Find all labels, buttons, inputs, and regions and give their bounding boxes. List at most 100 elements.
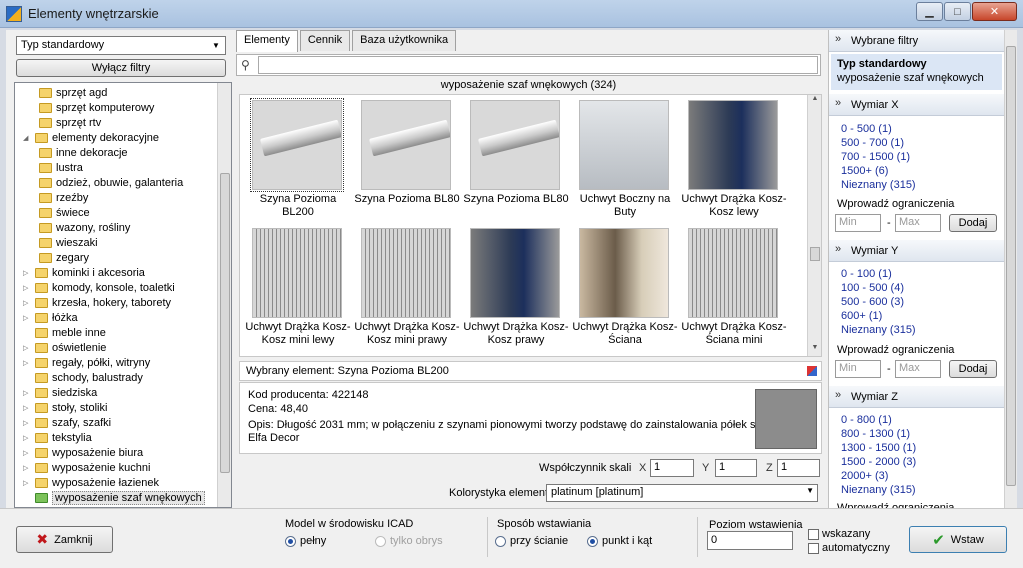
tree-item[interactable]: ▷ komody, konsole, toaletki [23, 280, 175, 295]
x-min-input[interactable]: Min [835, 214, 881, 232]
maximize-button[interactable]: □ [944, 2, 971, 21]
tree-item[interactable]: wazony, rośliny [39, 220, 130, 235]
element-tile[interactable]: Uchwyt Drążka Kosz-Kosz lewy [680, 97, 788, 221]
filter-option-y[interactable]: 0 - 100 (1) [841, 268, 892, 280]
filter-option-z[interactable]: 1500 - 2000 (3) [841, 456, 916, 468]
shown-checkbox[interactable]: wskazany [808, 528, 870, 540]
scale-z-input[interactable]: 1 [777, 459, 820, 477]
element-tile[interactable]: Uchwyt Drążka Kosz-Kosz prawy [462, 225, 570, 349]
level-input[interactable]: 0 [707, 531, 793, 550]
element-tile[interactable]: Szyna Pozioma BL200 [244, 97, 352, 221]
y-add-button[interactable]: Dodaj [949, 360, 997, 378]
tree-scrollbar[interactable] [217, 83, 231, 507]
tree-item[interactable]: wyposażenie szaf wnękowych [23, 490, 205, 505]
tree-item[interactable]: ▷ stoły, stoliki [23, 400, 107, 415]
element-tile[interactable]: Uchwyt Drążka Kosz-Kosz mini lewy [244, 225, 352, 349]
grid-scroll-thumb[interactable] [810, 247, 820, 261]
filter-option-z[interactable]: 2000+ (3) [841, 470, 888, 482]
filters-scrollbar[interactable] [1004, 30, 1017, 508]
expand-icon[interactable]: ▷ [23, 299, 32, 307]
selected-filters-header[interactable]: » Wybrane filtry [829, 30, 1004, 52]
tree-item[interactable]: inne dekoracje [39, 145, 128, 160]
tree-item[interactable]: meble inne [23, 325, 106, 340]
element-tile[interactable]: Szyna Pozioma BL80 [353, 97, 461, 221]
expand-icon[interactable]: ▷ [23, 344, 32, 352]
element-tile[interactable]: Szyna Pozioma BL80 [462, 97, 570, 221]
tree-item[interactable]: rzeźby [39, 190, 88, 205]
scale-y-input[interactable]: 1 [715, 459, 757, 477]
expand-icon[interactable]: ▷ [23, 419, 32, 427]
tab-elements[interactable]: Elementy [236, 30, 298, 52]
model-outline-radio[interactable]: tylko obrys [375, 535, 443, 547]
expand-icon[interactable]: ▷ [23, 269, 32, 277]
tree-item[interactable]: ▷ wyposażenie biura [23, 445, 143, 460]
tree-item[interactable]: ◢ elementy dekoracyjne [23, 130, 159, 145]
filter-option-y[interactable]: Nieznany (315) [841, 324, 916, 336]
tree-item[interactable]: ▷ tekstylia [23, 430, 92, 445]
tree-item[interactable]: odzież, obuwie, galanteria [39, 175, 183, 190]
tree-item[interactable]: świece [39, 205, 90, 220]
expand-icon[interactable]: ▷ [23, 359, 32, 367]
tree-item[interactable]: ▷ oświetlenie [23, 340, 106, 355]
minimize-button[interactable]: ▁ [916, 2, 943, 21]
element-tile[interactable]: Uchwyt Boczny na Buty [571, 97, 679, 221]
y-min-input[interactable]: Min [835, 360, 881, 378]
close-button[interactable]: ✖ Zamknij [16, 526, 113, 553]
filter-option-x[interactable]: 500 - 700 (1) [841, 137, 904, 149]
filters-scroll-thumb[interactable] [1006, 46, 1016, 486]
expand-icon[interactable]: ▷ [23, 389, 32, 397]
grid-scrollbar[interactable]: ▲ ▼ [807, 95, 821, 356]
tree-item[interactable]: ▷ szafy, szafki [23, 415, 111, 430]
dimension-z-header[interactable]: » Wymiar Z [829, 386, 1004, 408]
filter-option-y[interactable]: 100 - 500 (4) [841, 282, 904, 294]
tree-item[interactable]: ▷ krzesła, hokery, taborety [23, 295, 171, 310]
insert-button[interactable]: ✔ Wstaw [909, 526, 1007, 553]
tree-item[interactable]: lustra [39, 160, 83, 175]
tree-item[interactable]: ▷ wyposażenie kuchni [23, 460, 150, 475]
filter-option-z[interactable]: Nieznany (315) [841, 484, 916, 496]
element-tile[interactable]: Uchwyt Drążka Kosz-Ściana [571, 225, 679, 349]
collapse-icon[interactable]: ◢ [23, 134, 32, 142]
expand-icon[interactable]: ▷ [23, 479, 32, 487]
tree-item[interactable]: ▷ kominki i akcesoria [23, 265, 145, 280]
model-full-radio[interactable]: pełny [285, 535, 326, 547]
type-select[interactable]: Typ standardowy ▼ [16, 36, 226, 55]
tree-item[interactable]: sprzęt agd [39, 85, 107, 100]
filter-option-x[interactable]: 1500+ (6) [841, 165, 888, 177]
tree-item[interactable]: schody, balustrady [23, 370, 143, 385]
auto-checkbox[interactable]: automatyczny [808, 542, 890, 554]
filter-option-z[interactable]: 800 - 1300 (1) [841, 428, 910, 440]
filter-option-x[interactable]: 0 - 500 (1) [841, 123, 892, 135]
element-tile[interactable]: Uchwyt Drążka Kosz-Kosz mini prawy [353, 225, 461, 349]
close-window-button[interactable]: ✕ [972, 2, 1017, 21]
color-select[interactable]: platinum [platinum] ▼ [546, 484, 818, 502]
expand-icon[interactable]: ▷ [23, 404, 32, 412]
filter-option-y[interactable]: 500 - 600 (3) [841, 296, 904, 308]
tree-item[interactable]: ▷ wyposażenie łazienek [23, 475, 159, 490]
dimension-y-header[interactable]: » Wymiar Y [829, 240, 1004, 262]
insert-point-radio[interactable]: punkt i kąt [587, 535, 652, 547]
tree-item[interactable]: ▷ siedziska [23, 385, 97, 400]
x-max-input[interactable]: Max [895, 214, 941, 232]
filter-option-z[interactable]: 0 - 800 (1) [841, 414, 892, 426]
x-add-button[interactable]: Dodaj [949, 214, 997, 232]
tree-item[interactable]: zegary [39, 250, 89, 265]
pin-icon[interactable] [807, 366, 817, 376]
tree-item[interactable]: wieszaki [39, 235, 98, 250]
expand-icon[interactable]: ▷ [23, 449, 32, 457]
filter-option-x[interactable]: Nieznany (315) [841, 179, 916, 191]
tab-user-database[interactable]: Baza użytkownika [352, 30, 457, 51]
element-tile[interactable]: Uchwyt Drążka Kosz-Ściana mini [680, 225, 788, 349]
expand-icon[interactable]: ▷ [23, 464, 32, 472]
insert-wall-radio[interactable]: przy ścianie [495, 535, 568, 547]
y-max-input[interactable]: Max [895, 360, 941, 378]
expand-icon[interactable]: ▷ [23, 314, 32, 322]
disable-filters-button[interactable]: Wyłącz filtry [16, 59, 226, 77]
tree-item[interactable]: ▷ łóżka [23, 310, 78, 325]
tree-item[interactable]: sprzęt komputerowy [39, 100, 154, 115]
search-input[interactable] [258, 56, 818, 74]
tree-scroll-thumb[interactable] [220, 173, 230, 473]
scroll-up-icon[interactable]: ▲ [808, 95, 821, 107]
tree-item[interactable]: ▷ regały, półki, witryny [23, 355, 150, 370]
filter-option-x[interactable]: 700 - 1500 (1) [841, 151, 910, 163]
